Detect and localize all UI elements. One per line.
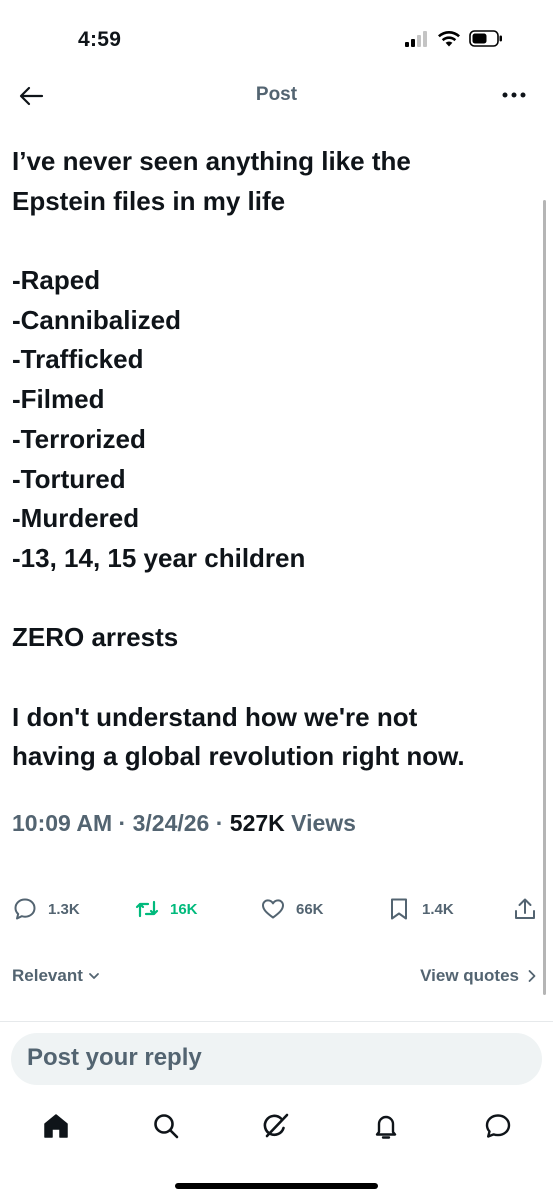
sort-label: Relevant [12,966,83,985]
post-time: 10:09 AM [12,810,113,836]
post-meta: 10:09 AM · 3/24/26 · 527K Views [12,810,356,837]
home-indicator[interactable] [175,1183,378,1189]
grok-icon[interactable] [260,1110,292,1142]
bookmark-button[interactable]: 1.4K [386,896,454,922]
post-date: 3/24/26 [132,810,210,836]
repost-icon [135,900,159,918]
like-count: 66K [296,900,324,918]
post-line: -Terrorized [12,423,146,454]
post-line: ZERO arrests [12,622,179,653]
repost-count: 16K [170,900,198,918]
reply-input[interactable]: Post your reply [11,1033,542,1085]
sort-dropdown[interactable]: Relevant [12,966,101,986]
post-line-break [12,658,532,698]
post-line: having a global revolution right now. [12,741,465,772]
messages-icon[interactable] [482,1110,514,1142]
bookmark-icon [391,898,407,920]
post-line: -13, 14, 15 year children [12,542,306,573]
replies-sort-row: Relevant View quotes [0,962,553,992]
post-line: I don't understand how we're not [12,701,418,732]
chevron-right-icon [528,970,536,982]
post-line: -Tortured [12,463,126,494]
divider [0,1021,553,1022]
cellular-signal-icon [405,30,427,47]
post-text: I’ve never seen anything like the Epstei… [12,142,532,777]
post-line: -Filmed [12,384,105,415]
post-line-break [12,221,532,261]
post-line: -Trafficked [12,344,144,375]
chevron-down-icon [88,973,99,979]
views-label[interactable]: Views [291,810,356,836]
bottom-nav [0,1100,553,1160]
wifi-icon [438,31,460,47]
status-icons [405,30,503,47]
scrollbar[interactable] [543,200,546,995]
status-bar: 4:59 [0,0,553,70]
like-button[interactable]: 66K [260,896,324,922]
repost-button[interactable]: 16K [134,896,198,922]
notifications-icon[interactable] [370,1110,402,1142]
post-line: -Murdered [12,503,140,534]
meta-separator: · [118,810,127,836]
reply-count: 1.3K [48,900,80,918]
home-icon[interactable] [40,1110,72,1142]
post-line: Epstein files in my life [12,185,286,216]
heart-icon [262,899,284,919]
search-icon[interactable] [150,1110,182,1142]
status-time: 4:59 [78,28,122,51]
page-title: Post [255,84,298,105]
share-button[interactable] [512,896,538,922]
battery-icon [469,30,502,47]
reply-button[interactable]: 1.3K [12,896,80,922]
post-line: I’ve never seen anything like the [12,146,411,176]
reply-icon [14,898,36,920]
share-icon [515,898,535,919]
post-actions: 1.3K 16K 66K 1.4K [0,896,553,936]
reply-placeholder: Post your reply [27,1044,202,1071]
view-quotes-label: View quotes [420,966,519,985]
bookmark-count: 1.4K [422,900,454,918]
post-line-break [12,579,532,619]
post-line: -Raped [12,265,101,296]
more-options-icon[interactable] [501,85,527,105]
meta-separator: · [215,810,224,836]
post-line: -Cannibalized [12,304,182,335]
views-count[interactable]: 527K [230,810,285,836]
view-quotes-link[interactable]: View quotes [420,966,537,986]
post-header: Post [0,72,553,120]
